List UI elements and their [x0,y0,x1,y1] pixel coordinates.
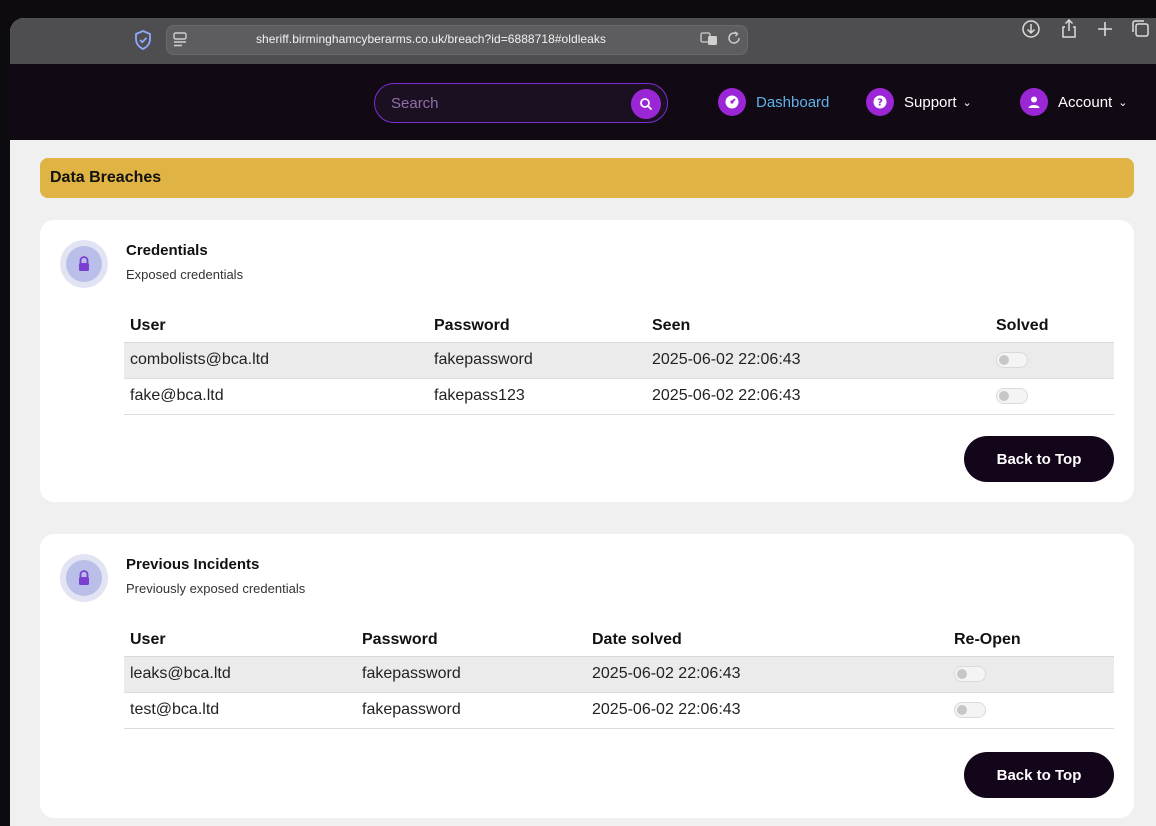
reload-icon[interactable] [726,30,742,46]
url-text[interactable]: sheriff.birminghamcyberarms.co.uk/breach… [256,32,606,46]
table-row: test@bca.ltd fakepassword 2025-06-02 22:… [124,692,1114,729]
solved-cell [990,342,1114,379]
password-cell: fakepassword [356,692,586,729]
shield-icon[interactable] [132,29,154,51]
column-header: Password [356,624,586,657]
column-header: User [124,310,428,343]
svg-text:?: ? [877,98,883,109]
reopen-toggle[interactable] [954,665,986,682]
nav-support[interactable]: ? Support ⌄ [866,88,972,116]
banner-title: Data Breaches [50,169,162,186]
previous-incidents-table: User Password Date solved Re-Open leaks@… [124,624,1114,729]
card-title: Credentials [126,242,208,259]
main-content: Data Breaches Credentials Exposed creden… [10,140,1156,826]
user-cell: combolists@bca.ltd [124,342,428,379]
user-cell: fake@bca.ltd [124,378,428,415]
search-input[interactable]: Search [391,95,439,112]
column-header: Seen [646,310,990,343]
table-row: fake@bca.ltd fakepass123 2025-06-02 22:0… [124,378,1114,415]
browser-window: sheriff.birminghamcyberarms.co.uk/breach… [10,18,1156,826]
search-box[interactable]: Search [374,83,668,123]
back-to-top-button[interactable]: Back to Top [964,752,1114,798]
nav-account[interactable]: Account ⌄ [1020,88,1127,116]
card-subtitle: Exposed credentials [126,267,244,282]
lock-icon [60,554,108,602]
site-navbar: Search Dashboard ? Support ⌄ Account ⌄ [10,64,1156,140]
seen-cell: 2025-06-02 22:06:43 [646,342,990,379]
tab-overview-icon[interactable] [1130,18,1152,40]
user-icon [1020,88,1048,116]
table-row: combolists@bca.ltd fakepassword 2025-06-… [124,342,1114,379]
password-cell: fakepass123 [428,378,646,415]
solved-toggle[interactable] [996,351,1028,368]
lock-icon [60,240,108,288]
new-tab-icon[interactable] [1094,18,1116,40]
password-cell: fakepassword [428,342,646,379]
chevron-down-icon: ⌄ [962,96,972,109]
card-title: Previous Incidents [126,556,260,573]
reopen-toggle[interactable] [954,701,986,718]
chevron-down-icon: ⌄ [1118,96,1128,109]
seen-cell: 2025-06-02 22:06:43 [646,378,990,415]
nav-support-label[interactable]: Support [904,94,957,111]
translate-icon[interactable] [700,30,718,48]
solved-toggle[interactable] [996,387,1028,404]
card-subtitle: Previously exposed credentials [126,581,306,596]
table-row: leaks@bca.ltd fakepassword 2025-06-02 22… [124,656,1114,693]
credentials-card: Credentials Exposed credentials User Pas… [40,220,1134,502]
column-header: Solved [990,310,1114,343]
browser-toolbar: sheriff.birminghamcyberarms.co.uk/breach… [10,18,1156,64]
tabs-icon[interactable] [170,30,190,50]
solved-cell [990,378,1114,415]
previous-incidents-card: Previous Incidents Previously exposed cr… [40,534,1134,818]
share-icon[interactable] [1058,18,1080,40]
dashboard-icon [718,88,746,116]
section-banner: Data Breaches [40,158,1134,198]
date-solved-cell: 2025-06-02 22:06:43 [586,656,948,693]
user-cell: test@bca.ltd [124,692,356,729]
password-cell: fakepassword [356,656,586,693]
nav-account-label[interactable]: Account [1058,94,1112,111]
reopen-cell [948,692,1114,729]
column-header: Password [428,310,646,343]
search-icon [640,98,653,111]
date-solved-cell: 2025-06-02 22:06:43 [586,692,948,729]
nav-dashboard[interactable]: Dashboard [718,88,829,116]
download-icon[interactable] [1020,18,1042,40]
back-to-top-button[interactable]: Back to Top [964,436,1114,482]
help-icon: ? [866,88,894,116]
column-header: User [124,624,356,657]
search-button[interactable] [631,89,661,119]
reopen-cell [948,656,1114,693]
nav-dashboard-label[interactable]: Dashboard [756,94,829,111]
column-header: Re-Open [948,624,1114,657]
user-cell: leaks@bca.ltd [124,656,356,693]
credentials-table: User Password Seen Solved combolists@bca… [124,310,1114,415]
column-header: Date solved [586,624,948,657]
